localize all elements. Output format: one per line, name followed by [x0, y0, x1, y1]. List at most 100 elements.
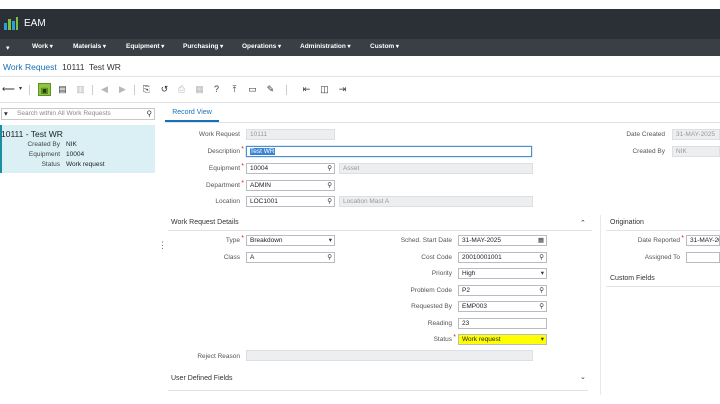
- filter-icon[interactable]: ▾: [4, 109, 8, 118]
- app-name: EAM: [24, 18, 46, 29]
- new-record-icon[interactable]: ▤: [56, 83, 69, 96]
- menu-materials[interactable]: Materials: [73, 43, 106, 50]
- menu-work[interactable]: Work: [32, 43, 53, 50]
- tools-icon[interactable]: ✎: [264, 83, 277, 96]
- expand-section-icon[interactable]: ⌄: [580, 373, 586, 381]
- status-value: Work request: [462, 336, 501, 343]
- equipment-field[interactable]: 10004 ⚲: [246, 163, 335, 174]
- status-select[interactable]: Work request ▾: [458, 334, 547, 345]
- menu-toggle-icon[interactable]: ▾: [6, 44, 10, 52]
- search-icon[interactable]: ⚲: [147, 109, 153, 118]
- section-title-origination: Origination: [610, 219, 644, 226]
- date-created-label: Date Created: [626, 131, 665, 138]
- previous-record-icon[interactable]: ◀: [98, 83, 111, 96]
- description-label: Description: [170, 146, 244, 155]
- save-icon[interactable]: ▣: [38, 83, 51, 96]
- collapse-section-icon[interactable]: ⌃: [580, 219, 586, 227]
- lookup-icon[interactable]: ⚲: [327, 253, 332, 262]
- priority-select[interactable]: High ▾: [458, 268, 547, 279]
- main-menu-bar: ▾ Work Materials Equipment Purchasing Op…: [0, 39, 720, 56]
- equipment-description-field: Asset: [339, 163, 533, 174]
- status-label: Status: [360, 334, 456, 343]
- search-input[interactable]: Search within All Work Requests: [17, 110, 111, 117]
- toolbar: ⟵ ▾ ▣ ▤ ▥ ◀ ▶ ⎘ ↺ ⎙ ▦ ? ⤒ ▭ ✎ ⇤ ◫ ⇥: [0, 80, 720, 100]
- assigned-to-field[interactable]: [686, 252, 720, 263]
- help-icon[interactable]: ?: [210, 83, 223, 96]
- list-item-status-label: Status: [41, 161, 60, 168]
- reading-field[interactable]: 23: [458, 318, 547, 329]
- lookup-icon[interactable]: ⚲: [539, 286, 544, 295]
- copy-record-icon[interactable]: ⎘: [140, 83, 153, 96]
- list-item-equipment: 10004: [66, 151, 85, 158]
- refresh-icon[interactable]: ↺: [158, 83, 171, 96]
- expand-right-icon[interactable]: ⇥: [336, 83, 349, 96]
- location-field[interactable]: LOC1001 ⚲: [246, 196, 335, 207]
- date-created-field: 31-MAY-2025: [672, 129, 720, 140]
- cost-code-field[interactable]: 20010001001 ⚲: [458, 252, 547, 263]
- lookup-icon[interactable]: ⚲: [539, 302, 544, 311]
- type-label: Type: [170, 235, 244, 244]
- date-reported-label: Date Reported: [610, 235, 684, 244]
- class-label: Class: [223, 254, 240, 261]
- work-request-label: Work Request: [198, 131, 240, 138]
- menu-equipment[interactable]: Equipment: [126, 43, 164, 50]
- date-reported-field[interactable]: 31-MAY-20: [686, 235, 720, 246]
- sched-start-date-field[interactable]: 31-MAY-2025 ▦: [458, 235, 547, 246]
- dropdown-arrow-icon[interactable]: ▾: [541, 269, 544, 278]
- dropdown-arrow-icon[interactable]: ▾: [541, 335, 544, 344]
- app-header: [0, 9, 720, 39]
- eam-logo-icon: [4, 17, 18, 30]
- print-icon[interactable]: ⎙: [175, 83, 188, 96]
- pane-splitter-icon[interactable]: ⋮: [158, 240, 167, 251]
- lookup-icon[interactable]: ⚲: [327, 181, 332, 190]
- dropdown-arrow-icon[interactable]: ▾: [329, 236, 332, 245]
- breadcrumb-record-title: Test WR: [88, 62, 121, 72]
- export-icon[interactable]: ⤒: [228, 83, 241, 96]
- lookup-icon[interactable]: ⚲: [327, 197, 332, 206]
- problem-code-field[interactable]: P2 ⚲: [458, 285, 547, 296]
- calendar-icon[interactable]: ▦: [538, 236, 544, 245]
- reject-reason-label: Reject Reason: [197, 353, 240, 360]
- section-divider: [168, 230, 592, 231]
- back-dropdown-icon[interactable]: ▾: [14, 83, 27, 96]
- divider: [0, 102, 720, 103]
- breadcrumb-module-link[interactable]: Work Request: [3, 62, 57, 72]
- list-item-equipment-label: Equipment: [28, 151, 60, 158]
- requested-by-field[interactable]: EMP003 ⚲: [458, 301, 547, 312]
- list-search-box[interactable]: ▾ Search within All Work Requests ⚲: [1, 108, 155, 120]
- created-by-label: Created By: [632, 148, 665, 155]
- sched-start-date-value: 31-MAY-2025: [462, 237, 502, 244]
- section-title-user-defined-fields: User Defined Fields: [171, 375, 233, 382]
- department-value: ADMIN: [250, 182, 271, 189]
- menu-purchasing[interactable]: Purchasing: [183, 43, 223, 50]
- type-select[interactable]: Breakdown ▾: [246, 235, 335, 246]
- type-value: Breakdown: [250, 237, 283, 244]
- next-record-icon[interactable]: ▶: [116, 83, 129, 96]
- split-view-icon[interactable]: ◫: [318, 83, 331, 96]
- section-title-work-request-details: Work Request Details: [171, 219, 239, 226]
- class-field[interactable]: A ⚲: [246, 252, 335, 263]
- lookup-icon[interactable]: ⚲: [539, 253, 544, 262]
- description-field[interactable]: Test WR: [246, 146, 532, 157]
- column-divider: [600, 215, 601, 395]
- location-label: Location: [215, 198, 240, 205]
- equipment-value: 10004: [250, 165, 269, 172]
- document-icon[interactable]: ▦: [193, 83, 206, 96]
- delete-icon[interactable]: ▥: [74, 83, 87, 96]
- department-field[interactable]: ADMIN ⚲: [246, 180, 335, 191]
- equipment-label: Equipment: [170, 163, 244, 172]
- tab-record-view[interactable]: Record View: [165, 106, 219, 122]
- class-value: A: [250, 254, 255, 261]
- toolbar-divider: [29, 85, 30, 95]
- menu-operations[interactable]: Operations: [242, 43, 281, 50]
- location-value: LOC1001: [250, 198, 278, 205]
- lookup-icon[interactable]: ⚲: [327, 164, 332, 173]
- priority-value: High: [462, 270, 476, 277]
- collapse-left-icon[interactable]: ⇤: [300, 83, 313, 96]
- problem-code-value: P2: [462, 287, 470, 294]
- toolbar-divider: [134, 85, 135, 95]
- book-icon[interactable]: ▭: [246, 83, 259, 96]
- section-divider: [606, 230, 720, 231]
- menu-custom[interactable]: Custom: [370, 43, 399, 50]
- menu-administration[interactable]: Administration: [300, 43, 351, 50]
